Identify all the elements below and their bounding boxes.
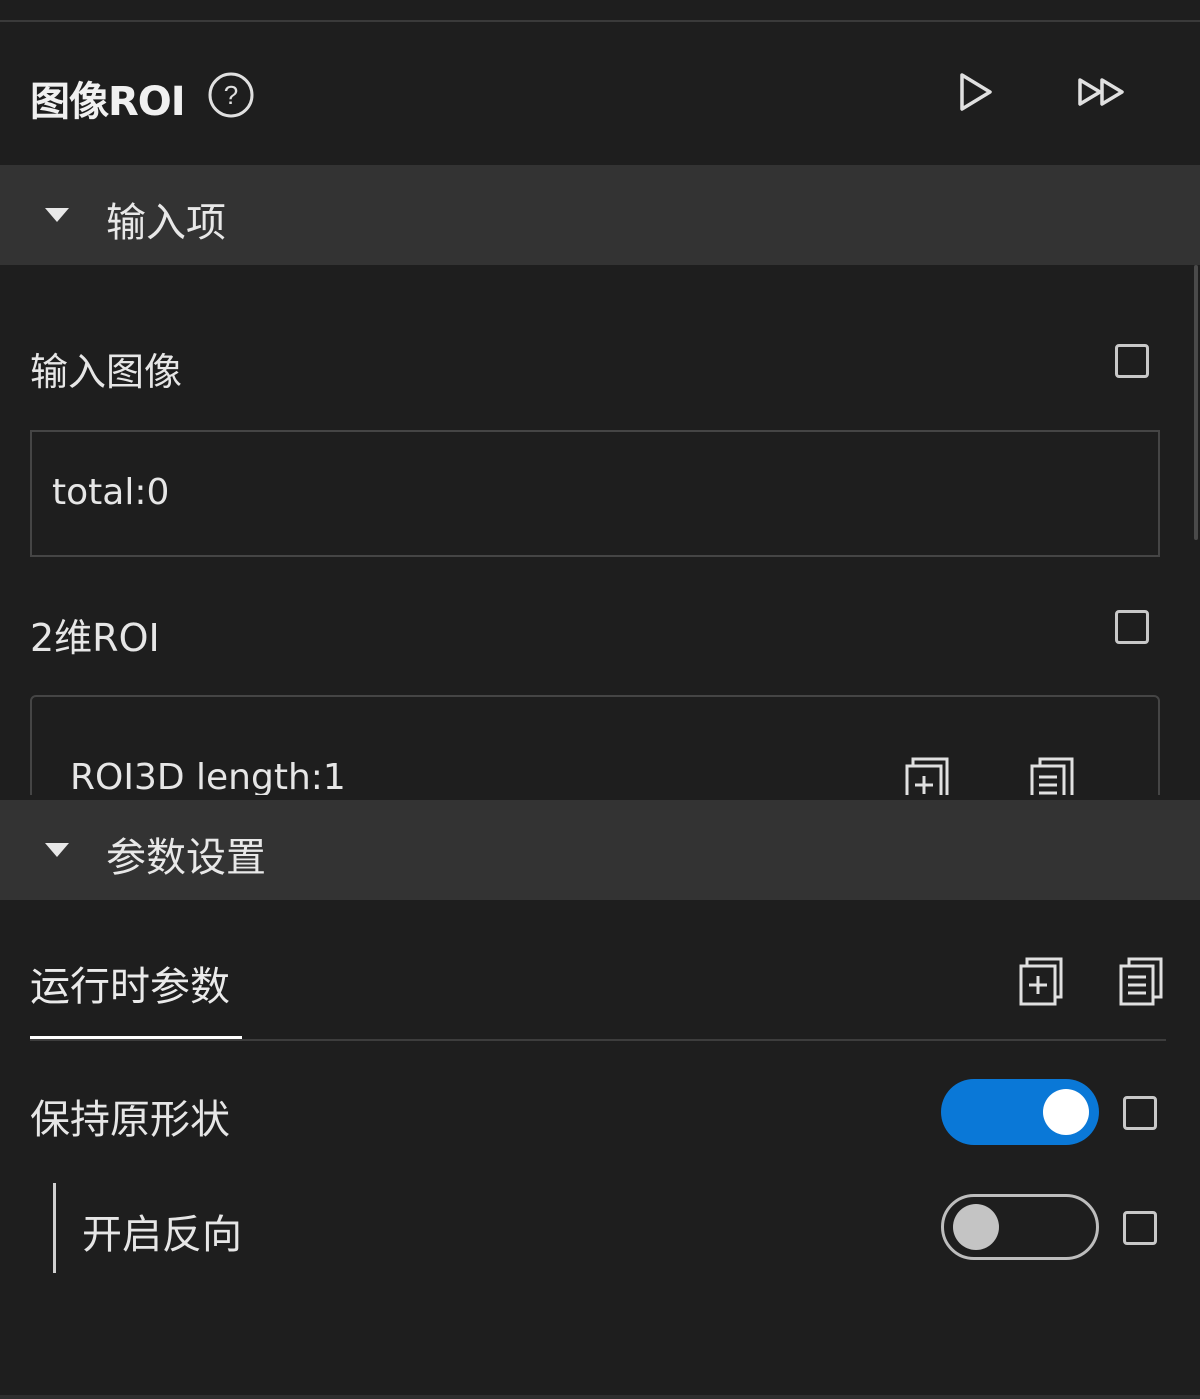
section-header-inputs[interactable]: 输入项 [0,165,1200,265]
input-image-box[interactable]: total:0 [30,430,1160,557]
input-image-checkbox[interactable] [1115,344,1149,378]
params-tabs: 运行时参数 [30,950,1166,1042]
keep-shape-label: 保持原形状 [30,1097,230,1143]
roi2d-label: 2维ROI [30,616,160,660]
section-header-params[interactable]: 参数设置 [0,800,1200,900]
roi2d-value: ROI3D length:1 [70,757,346,795]
reverse-label: 开启反向 [82,1212,242,1258]
add-item-icon[interactable] [904,755,952,795]
roi2d-box[interactable]: ROI3D length:1 [30,695,1160,795]
inputs-panel: 输入图像 total:0 2维ROI ROI3D length:1 [0,265,1200,795]
section-label: 参数设置 [106,835,266,881]
tabs-divider [30,1039,1166,1041]
play-icon[interactable] [950,68,998,116]
roi2d-checkbox[interactable] [1115,610,1149,644]
list-items-icon[interactable] [1117,955,1165,1007]
collapse-triangle-icon[interactable] [45,208,69,222]
add-item-icon[interactable] [1018,955,1066,1007]
scrollbar[interactable] [1194,265,1198,540]
input-image-label: 输入图像 [30,350,183,394]
list-items-icon[interactable] [1028,755,1076,795]
keep-shape-checkbox[interactable] [1123,1096,1157,1130]
panel-title: 图像ROI [30,79,186,125]
toggle-knob [953,1204,999,1250]
section-label: 输入项 [106,200,226,246]
svg-text:?: ? [224,80,238,110]
help-circle-icon[interactable]: ? [207,71,255,119]
reverse-toggle[interactable] [941,1194,1099,1260]
input-image-value: total:0 [52,472,170,513]
toggle-knob [1043,1089,1089,1135]
indent-guide [53,1183,56,1273]
fast-forward-icon[interactable] [1074,68,1130,116]
collapse-triangle-icon[interactable] [45,843,69,857]
bottom-border [0,1395,1200,1399]
reverse-checkbox[interactable] [1123,1211,1157,1245]
panel-header: 图像ROI ? [0,22,1200,165]
keep-shape-toggle[interactable] [941,1079,1099,1145]
tab-runtime-params[interactable]: 运行时参数 [30,954,230,1012]
